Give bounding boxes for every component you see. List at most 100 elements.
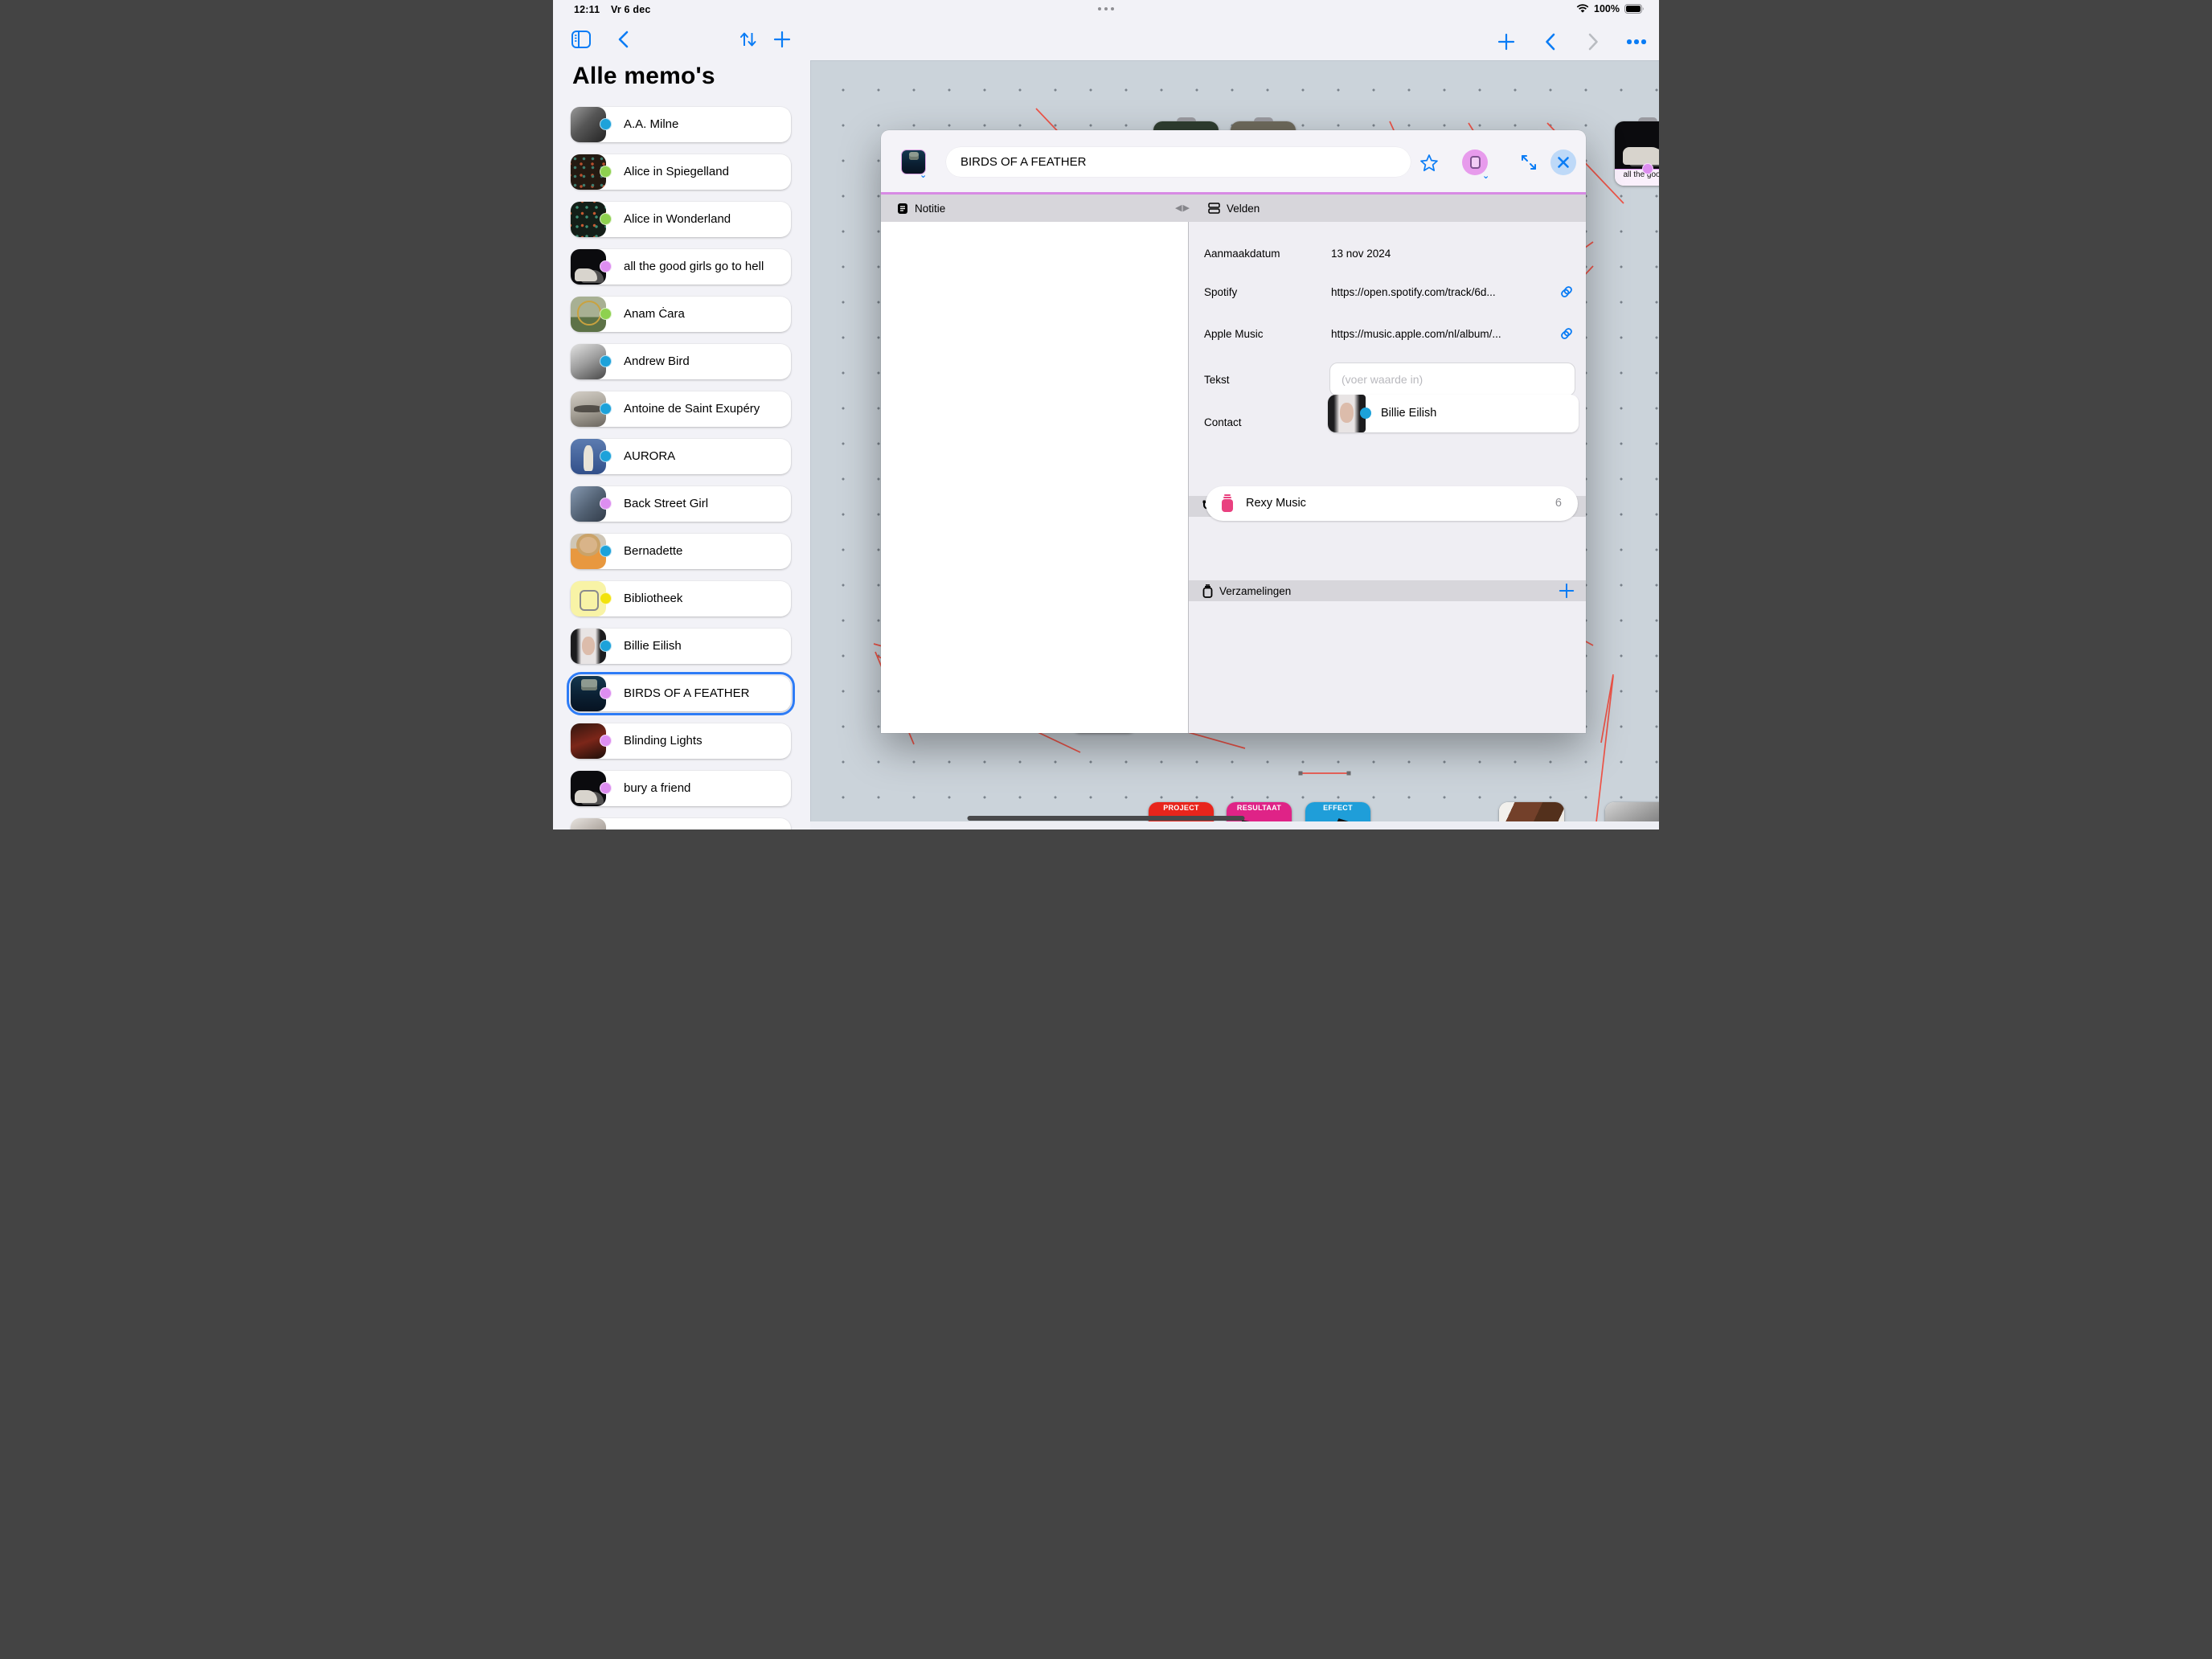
collection-row-rexy-music[interactable]: Rexy Music 6: [1206, 486, 1578, 521]
sidebar-memo-item[interactable]: AURORA: [571, 439, 791, 474]
memo-label: A.A. Milne: [624, 107, 678, 142]
memo-color-dot: [600, 592, 612, 604]
field-value-link[interactable]: https://open.spotify.com/track/6d...: [1331, 286, 1496, 298]
memo-color-dot: [600, 687, 612, 699]
sidebar-memo-item[interactable]: Alice in Spiegelland: [571, 154, 791, 190]
clock: 12:11: [574, 4, 600, 15]
close-button[interactable]: [1550, 150, 1576, 175]
tab-notitie-label: Notitie: [915, 203, 945, 215]
memo-color-dot: [600, 640, 612, 652]
collection-name: Rexy Music: [1246, 486, 1306, 521]
thumbnail-chevron-down-icon[interactable]: ⌄: [920, 170, 927, 180]
sidebar-memo-item[interactable]: [571, 818, 791, 830]
card-image: [1615, 121, 1659, 169]
memo-color-dot: [600, 118, 612, 130]
memo-label: Billie Eilish: [624, 629, 682, 664]
field-value-link[interactable]: https://music.apple.com/nl/album/...: [1331, 328, 1501, 340]
section-title: Verzamelingen: [1219, 585, 1291, 597]
more-options-button[interactable]: [1625, 31, 1648, 53]
memo-color-dot: [600, 545, 612, 557]
collection-count: 6: [1555, 486, 1562, 521]
canvas-bottom-strip: [810, 821, 1659, 830]
tab-notitie[interactable]: Notitie: [897, 195, 945, 222]
sidebar-memo-item[interactable]: Andrew Bird: [571, 344, 791, 379]
sidebar-memo-item[interactable]: Billie Eilish: [571, 629, 791, 664]
sidebar-memo-item[interactable]: A.A. Milne: [571, 107, 791, 142]
link-icon[interactable]: [1559, 326, 1575, 342]
history-back-button[interactable]: [1538, 31, 1561, 53]
multitask-handle-icon[interactable]: [1098, 7, 1114, 10]
modal-header: ⌄ ⌄: [881, 130, 1586, 193]
memo-label: AURORA: [624, 439, 675, 474]
sidebar-memo-item[interactable]: Back Street Girl: [571, 486, 791, 522]
memo-color-dot: [600, 450, 612, 462]
sort-button[interactable]: [736, 27, 760, 51]
battery-icon: [1624, 4, 1645, 14]
memo-color-dot: [600, 260, 612, 272]
tekst-input[interactable]: [1329, 363, 1575, 396]
memo-label: Andrew Bird: [624, 344, 690, 379]
memo-label: bury a friend: [624, 771, 690, 806]
memo-color-dot: [600, 213, 612, 225]
memo-label: Back Street Girl: [624, 486, 708, 522]
color-chevron-down-icon[interactable]: ⌄: [1482, 170, 1489, 181]
sidebar-memo-item[interactable]: bury a friend: [571, 771, 791, 806]
memo-title-input[interactable]: [946, 147, 1411, 177]
sidebar-memo-item[interactable]: Antoine de Saint Exupéry: [571, 391, 791, 427]
memo-color-dot: [600, 355, 612, 367]
sidebar-memo-item[interactable]: Bernadette: [571, 534, 791, 569]
canvas-card[interactable]: all the good...: [1615, 121, 1659, 186]
field-label: Tekst: [1204, 374, 1230, 386]
add-collection-button[interactable]: [1559, 583, 1575, 599]
field-label: Apple Music: [1204, 328, 1264, 340]
card-cover-text: RESULTAAT: [1227, 804, 1292, 812]
memo-label: Bernadette: [624, 534, 682, 569]
favorite-star-button[interactable]: [1416, 150, 1442, 175]
sidebar-memo-item[interactable]: BIRDS OF A FEATHER: [571, 676, 791, 711]
sidebar: Alle memo's A.A. Milne Alice in Spiegell…: [553, 0, 810, 830]
sidebar-toggle-button[interactable]: [569, 27, 593, 51]
battery-percent: 100%: [1594, 3, 1620, 14]
pane-resize-handle[interactable]: ◀▶: [1175, 203, 1190, 213]
sidebar-memo-item[interactable]: all the good girls go to hell: [571, 249, 791, 285]
tab-velden[interactable]: Velden: [1208, 195, 1260, 222]
status-bar: 12:11 Vr 6 dec 100%: [553, 0, 1659, 19]
memo-label: Alice in Spiegelland: [624, 154, 729, 190]
notitie-pane[interactable]: [881, 222, 1189, 733]
memo-label: all the good girls go to hell: [624, 249, 764, 285]
card-color-dot: [1642, 163, 1653, 174]
memo-color-dot: [600, 308, 612, 320]
memo-color-dot: [600, 166, 612, 178]
pane-tabbar: Notitie ◀▶ Velden: [881, 195, 1586, 222]
memo-label: Blinding Lights: [624, 723, 703, 759]
field-value: 13 nov 2024: [1331, 248, 1391, 260]
sidebar-memo-item[interactable]: Anam Ċara: [571, 297, 791, 332]
add-node-button[interactable]: [1495, 31, 1518, 53]
field-label: Aanmaakdatum: [1204, 248, 1280, 260]
memo-thumbnail: [571, 818, 606, 830]
wifi-icon: [1576, 4, 1589, 14]
collections-icon: [1202, 584, 1214, 598]
verzamelingen-header: Verzamelingen: [1189, 580, 1586, 601]
sidebar-memo-item[interactable]: Blinding Lights: [571, 723, 791, 759]
back-button[interactable]: [611, 27, 635, 51]
link-icon[interactable]: [1559, 284, 1575, 300]
app-screen: 12:11 Vr 6 dec 100%: [553, 0, 1659, 830]
memo-label: Anam Ċara: [624, 297, 685, 332]
date: Vr 6 dec: [611, 4, 651, 15]
tab-velden-label: Velden: [1227, 203, 1260, 215]
memo-color-dot: [600, 735, 612, 747]
velden-pane: Aanmaakdatum 13 nov 2024 Spotify https:/…: [1189, 222, 1586, 733]
status-time-date: 12:11 Vr 6 dec: [574, 4, 651, 15]
connection-card-billie-eilish[interactable]: Billie Eilish: [1328, 395, 1579, 432]
home-indicator[interactable]: [968, 816, 1245, 821]
sidebar-memo-item[interactable]: Alice in Wonderland: [571, 202, 791, 237]
history-forward-button[interactable]: [1582, 31, 1604, 53]
card-cover-text: EFFECT: [1305, 804, 1370, 812]
memo-color-dot: [600, 403, 612, 415]
memo-label: Alice in Wonderland: [624, 202, 731, 237]
expand-button[interactable]: [1516, 150, 1542, 175]
add-memo-button[interactable]: [770, 27, 794, 51]
memo-label: Bibliotheek: [624, 581, 682, 616]
sidebar-memo-item[interactable]: Bibliotheek: [571, 581, 791, 616]
